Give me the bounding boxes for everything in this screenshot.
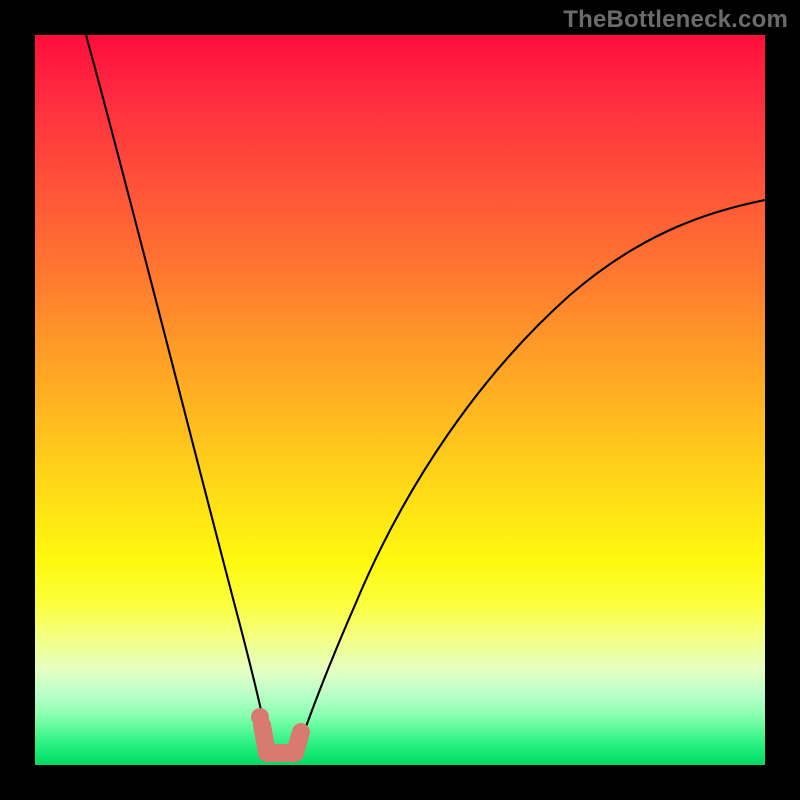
marker-u-shape xyxy=(262,725,301,753)
chart-frame: TheBottleneck.com xyxy=(0,0,800,800)
chart-svg xyxy=(35,35,765,765)
plot-area xyxy=(35,35,765,765)
curve-left xyxy=(86,35,272,757)
watermark-text: TheBottleneck.com xyxy=(563,6,788,34)
bottleneck-marker xyxy=(251,708,301,753)
curve-right xyxy=(295,200,765,757)
